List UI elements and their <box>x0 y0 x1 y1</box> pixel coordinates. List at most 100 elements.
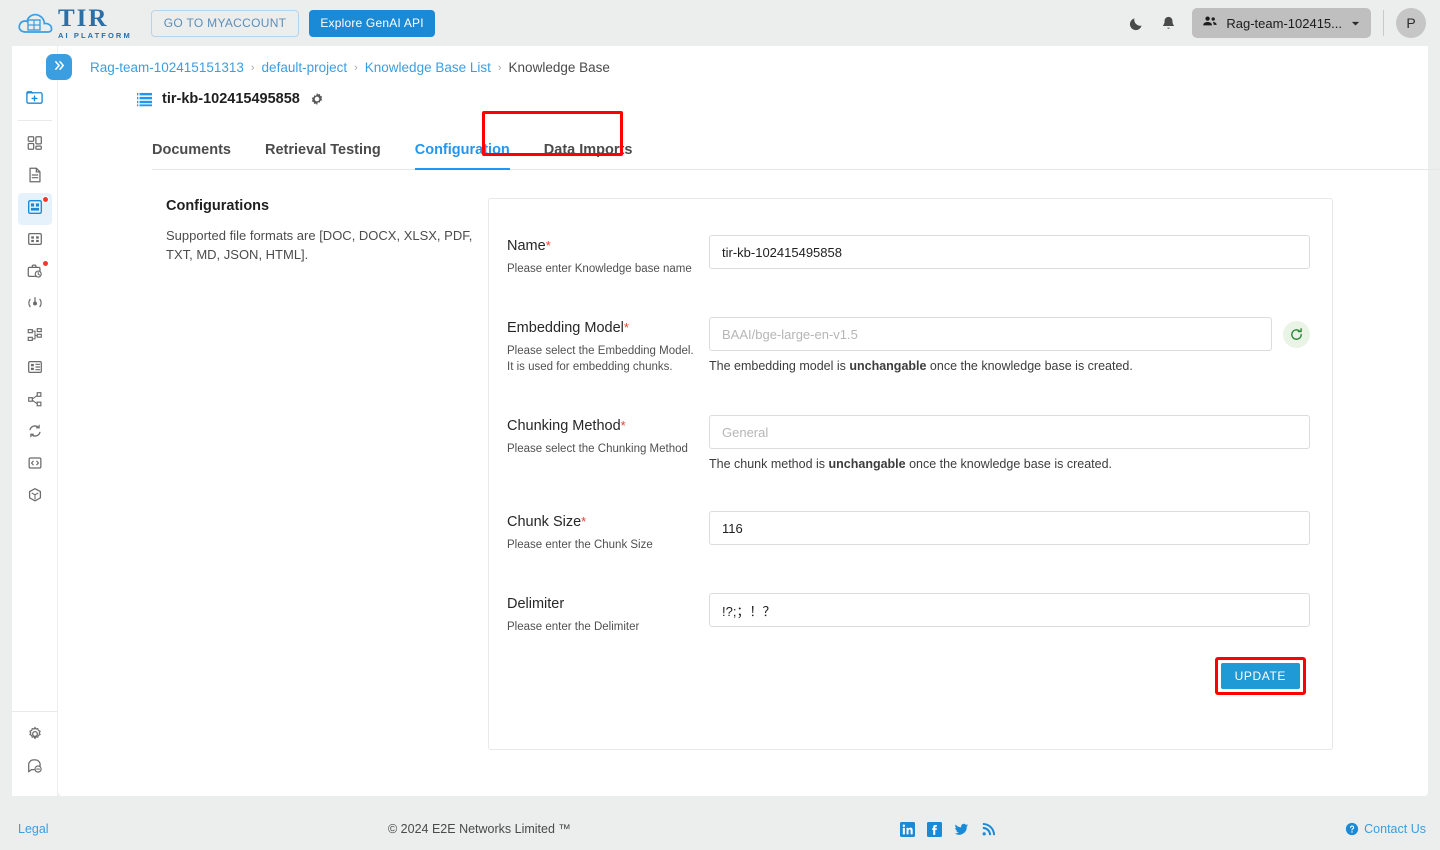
briefcase-clock-icon <box>26 262 44 285</box>
field-hint: Please enter the Chunk Size <box>507 539 653 552</box>
go-to-myaccount-button[interactable]: GO TO MYACCOUNT <box>150 9 300 37</box>
gear-icon[interactable] <box>309 91 325 107</box>
sidebar-item-dashboard[interactable] <box>18 129 52 161</box>
top-header-bar: TIR AI PLATFORM GO TO MYACCOUNT Explore … <box>0 0 1440 46</box>
supported-formats-text: Supported file formats are [DOC, DOCX, X… <box>166 228 473 262</box>
sidebar-item-inference[interactable] <box>18 289 52 321</box>
field-hint: Please select the Embedding Model. It is… <box>507 345 694 374</box>
moon-icon[interactable] <box>1120 7 1152 39</box>
configurations-info-panel: Configurations Supported file formats ar… <box>58 198 478 750</box>
user-avatar[interactable]: P <box>1396 8 1426 38</box>
sidebar-item-knowledge-base[interactable] <box>17 193 52 225</box>
bell-icon[interactable] <box>1152 7 1184 39</box>
sidebar-item-grid-panel[interactable] <box>18 225 52 257</box>
required-asterisk: * <box>545 238 551 253</box>
tab-data-imports[interactable]: Data Imports <box>544 142 633 169</box>
field-label: Name <box>507 238 546 254</box>
twitter-icon[interactable] <box>954 822 969 837</box>
share-nodes-icon <box>26 390 44 413</box>
sidebar-item-pipelines[interactable] <box>18 321 52 353</box>
main-panel: Rag-team-102415151313 › default-project … <box>46 46 1440 796</box>
target-node-icon <box>26 294 44 317</box>
tir-logo[interactable]: TIR AI PLATFORM <box>16 6 132 40</box>
delimiter-input[interactable] <box>709 593 1310 628</box>
note-post: once the knowledge base is created. <box>926 359 1133 374</box>
note-post: once the knowledge base is created. <box>905 457 1112 472</box>
sidebar-item-sync[interactable] <box>18 417 52 449</box>
form-actions: UPDATE <box>507 657 1310 696</box>
grid-panel-icon <box>26 230 44 253</box>
field-control <box>709 593 1310 635</box>
rss-icon[interactable] <box>981 822 996 837</box>
knowledge-base-title-row: tir-kb-102415495858 <box>58 75 1428 107</box>
sidebar-item-folder-add[interactable] <box>18 84 52 116</box>
breadcrumb-item-current: Knowledge Base <box>508 60 610 75</box>
tab-configuration[interactable]: Configuration <box>414 142 510 170</box>
logo-subtitle: AI PLATFORM <box>58 31 132 41</box>
sidebar-item-jobs[interactable] <box>18 257 52 289</box>
field-control: The embedding model is unchangable once … <box>709 317 1310 375</box>
field-embedding-model: Embedding Model* Please select the Embed… <box>507 317 1310 375</box>
people-icon <box>1202 14 1218 33</box>
team-selector-dropdown[interactable]: Rag-team-102415... <box>1192 8 1371 38</box>
note-bold: unchangable <box>828 457 906 472</box>
note-bold: unchangable <box>849 359 927 374</box>
breadcrumb-separator: › <box>250 61 255 74</box>
field-hint: Please enter the Delimiter <box>507 621 640 634</box>
contact-us-label: Contact Us <box>1364 822 1426 836</box>
sidebar-item-support[interactable] <box>18 752 52 784</box>
field-label-group: Delimiter Please enter the Delimiter <box>507 593 709 635</box>
cloud-logo-icon <box>16 8 56 38</box>
chunk-size-input[interactable] <box>709 511 1310 546</box>
sidebar-item-containers[interactable] <box>18 481 52 513</box>
field-chunking-method: Chunking Method* Please select the Chunk… <box>507 415 1310 471</box>
sidebar-item-settings[interactable] <box>18 720 52 752</box>
hierarchy-icon <box>26 326 44 349</box>
required-asterisk: * <box>620 418 626 434</box>
embedding-model-select[interactable] <box>709 317 1272 352</box>
sidebar-item-documents[interactable] <box>18 161 52 193</box>
note-pre: The embedding model is <box>709 359 850 374</box>
name-input[interactable] <box>709 235 1310 269</box>
database-list-icon <box>136 92 153 107</box>
logo-title: TIR <box>58 5 109 33</box>
sidebar-bottom-group <box>12 711 57 796</box>
sidebar-item-code[interactable] <box>18 449 52 481</box>
sidebar-item-share[interactable] <box>18 385 52 417</box>
breadcrumb-item-team[interactable]: Rag-team-102415151313 <box>90 60 244 75</box>
configuration-form: Name* Please enter Knowledge base name E… <box>488 198 1333 750</box>
table-panel-icon <box>26 358 44 381</box>
knowledge-base-icon <box>26 198 44 221</box>
breadcrumb-item-kb-list[interactable]: Knowledge Base List <box>365 60 491 75</box>
copyright-text: © 2024 E2E Networks Limited ™ <box>388 822 571 836</box>
breadcrumb-separator: › <box>497 61 502 74</box>
note-pre: The chunk method is <box>709 457 829 472</box>
field-label-group: Chunking Method* Please select the Chunk… <box>507 415 709 471</box>
linkedin-icon[interactable] <box>900 821 915 837</box>
refresh-icon[interactable] <box>1283 320 1310 348</box>
knowledge-base-name: tir-kb-102415495858 <box>162 91 300 107</box>
page-footer: Legal © 2024 E2E Networks Limited ™ Cont… <box>0 808 1440 850</box>
contact-us-link[interactable]: Contact Us <box>1345 822 1426 836</box>
sync-refresh-icon <box>26 422 44 445</box>
field-delimiter: Delimiter Please enter the Delimiter <box>507 593 1310 635</box>
sidebar-expand-button[interactable] <box>46 54 72 80</box>
field-control <box>709 235 1310 277</box>
sidebar-item-table-panel[interactable] <box>18 353 52 385</box>
breadcrumb-separator: › <box>354 61 358 74</box>
legal-link[interactable]: Legal <box>18 822 49 836</box>
tab-documents[interactable]: Documents <box>152 142 231 169</box>
chunking-method-select[interactable] <box>709 415 1310 450</box>
chevron-down-icon <box>1350 18 1361 29</box>
gear-settings-icon <box>26 725 44 748</box>
breadcrumb-item-project[interactable]: default-project <box>262 60 348 75</box>
field-control <box>709 511 1310 553</box>
update-button[interactable]: UPDATE <box>1220 663 1300 690</box>
field-name: Name* Please enter Knowledge base name <box>507 235 1310 277</box>
tab-retrieval-testing[interactable]: Retrieval Testing <box>265 142 381 169</box>
dashboard-grid-icon <box>26 134 44 157</box>
support-chat-icon <box>26 757 44 780</box>
facebook-icon[interactable] <box>927 821 942 837</box>
field-label-group: Chunk Size* Please enter the Chunk Size <box>507 511 709 553</box>
explore-genai-api-button[interactable]: Explore GenAI API <box>309 9 435 37</box>
